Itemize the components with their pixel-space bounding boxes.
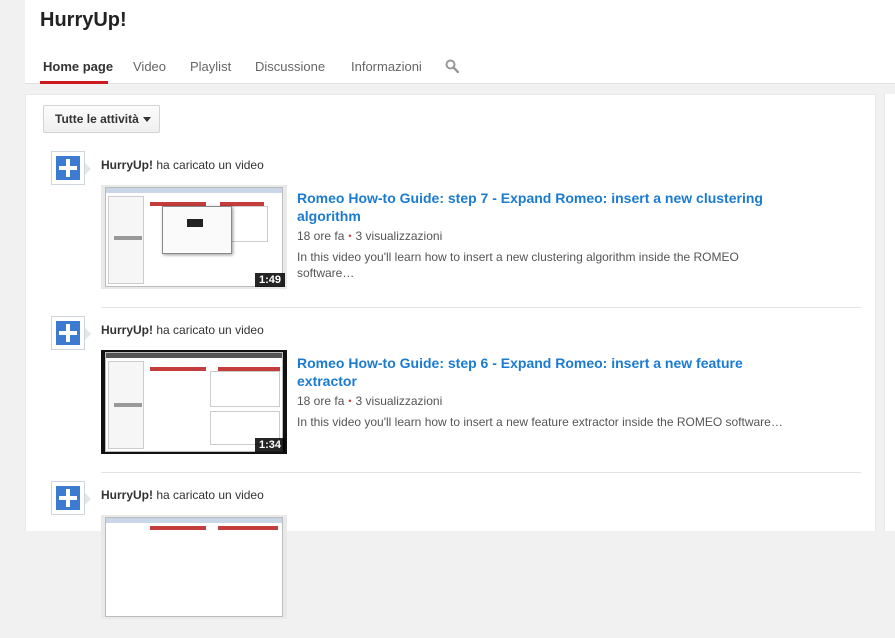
separator-dot-icon: • <box>348 231 352 241</box>
chevron-down-icon <box>143 117 151 122</box>
tab-discussione[interactable]: Discussione <box>255 59 325 74</box>
separator-dot-icon: • <box>348 396 352 406</box>
video-title-link[interactable]: Romeo How-to Guide: step 6 - Expand Rome… <box>297 354 792 390</box>
pointer-arrow <box>85 163 91 175</box>
upload-age: 18 ore fa <box>297 229 345 243</box>
uploader-link[interactable]: HurryUp! <box>101 323 153 337</box>
channel-logo-icon <box>56 486 80 510</box>
view-count: 3 visualizzazioni <box>355 229 443 243</box>
channel-header: HurryUp! Home page Video Playlist Discus… <box>25 0 895 84</box>
video-thumbnail[interactable]: 1:34 <box>101 350 287 454</box>
activity-text: HurryUp! ha caricato un video <box>101 488 264 502</box>
activity-text: HurryUp! ha caricato un video <box>101 158 264 172</box>
avatar[interactable] <box>51 316 85 350</box>
video-duration: 1:34 <box>254 438 285 452</box>
avatar[interactable] <box>51 151 85 185</box>
channel-title[interactable]: HurryUp! <box>40 9 127 32</box>
channel-logo-icon <box>56 156 80 180</box>
video-meta: 18 ore fa • 3 visualizzazioni <box>297 229 442 243</box>
video-thumbnail[interactable]: 1:49 <box>101 185 287 289</box>
feed-item: HurryUp! ha caricato un video 1:49 Romeo… <box>26 143 877 308</box>
video-duration: 1:49 <box>254 273 285 287</box>
channel-logo-icon <box>56 321 80 345</box>
action-label: ha caricato un video <box>153 323 264 337</box>
action-label: ha caricato un video <box>153 488 264 502</box>
right-sidebar <box>884 94 895 531</box>
view-count: 3 visualizzazioni <box>355 394 443 408</box>
action-label: ha caricato un video <box>153 158 264 172</box>
active-tab-indicator <box>40 81 108 84</box>
activity-filter-dropdown[interactable]: Tutte le attività <box>43 105 160 133</box>
tab-home[interactable]: Home page <box>43 59 113 74</box>
thumbnail-screen <box>105 352 283 452</box>
upload-age: 18 ore fa <box>297 394 345 408</box>
video-meta: 18 ore fa • 3 visualizzazioni <box>297 394 442 408</box>
thumbnail-screen <box>105 187 283 287</box>
feed-item: HurryUp! ha caricato un video 1:34 Romeo… <box>26 308 877 473</box>
video-description: In this video you'll learn how to insert… <box>297 415 783 429</box>
tab-playlist[interactable]: Playlist <box>190 59 231 74</box>
video-title-link[interactable]: Romeo How-to Guide: step 7 - Expand Rome… <box>297 189 792 225</box>
search-icon[interactable] <box>445 59 459 73</box>
avatar[interactable] <box>51 481 85 515</box>
pointer-arrow <box>85 493 91 505</box>
uploader-link[interactable]: HurryUp! <box>101 488 153 502</box>
thumbnail-screen <box>105 517 283 617</box>
activity-filter-label: Tutte le attività <box>55 112 139 126</box>
uploader-link[interactable]: HurryUp! <box>101 158 153 172</box>
activity-text: HurryUp! ha caricato un video <box>101 323 264 337</box>
tab-informazioni[interactable]: Informazioni <box>351 59 422 74</box>
pointer-arrow <box>85 328 91 340</box>
video-description: In this video you'll learn how to insert… <box>297 250 739 280</box>
feed-item: HurryUp! ha caricato un video <box>26 473 877 638</box>
tab-video[interactable]: Video <box>133 59 166 74</box>
activity-feed: Tutte le attività HurryUp! ha caricato u… <box>25 94 877 619</box>
